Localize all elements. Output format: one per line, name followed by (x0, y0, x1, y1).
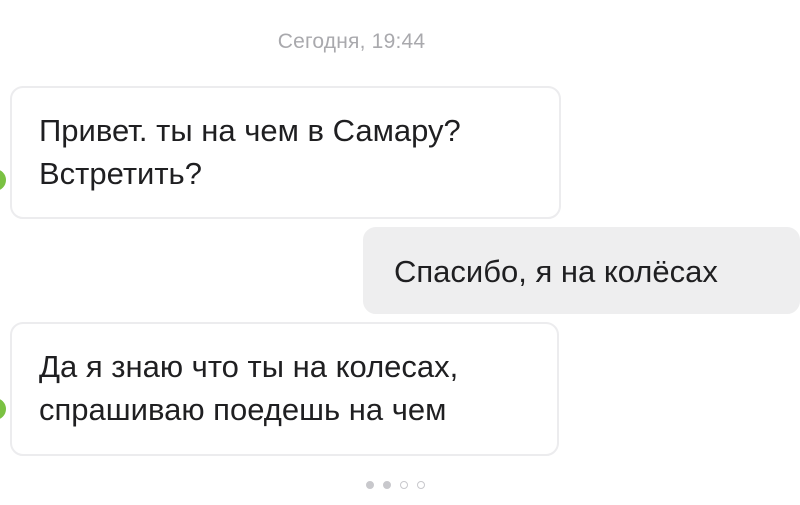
message-text-line: Привет. ты на чем в Самару? (39, 113, 461, 148)
page-dot[interactable] (400, 481, 408, 489)
message-text-line: Да я знаю что ты на колесах, (39, 349, 459, 384)
sender-avatar[interactable] (0, 169, 6, 191)
incoming-message-bubble[interactable]: Привет. ты на чем в Самару? Встретить? (10, 86, 561, 219)
chat-thread: Сегодня, 19:44 Привет. ты на чем в Самар… (0, 0, 800, 505)
message-timestamp: Сегодня, 19:44 (277, 30, 426, 53)
page-indicator (366, 481, 425, 489)
page-dot[interactable] (383, 481, 391, 489)
page-dot[interactable] (417, 481, 425, 489)
page-dot[interactable] (366, 481, 374, 489)
outgoing-message-bubble[interactable]: Спасибо, я на колёсах (363, 227, 800, 314)
incoming-message-bubble[interactable]: Да я знаю что ты на колесах, спрашиваю п… (10, 322, 559, 456)
sender-avatar[interactable] (0, 398, 6, 420)
message-text-line: Встретить? (39, 156, 202, 191)
message-text-line: Спасибо, я на колёсах (394, 254, 718, 289)
message-text-line: спрашиваю поедешь на чем (39, 392, 447, 427)
